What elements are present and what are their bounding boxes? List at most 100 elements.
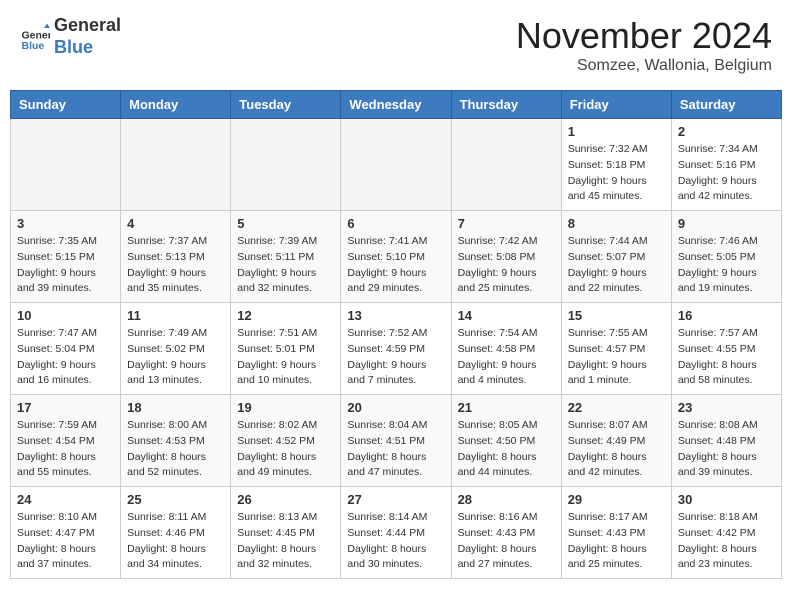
calendar-cell: 4 Sunrise: 7:37 AMSunset: 5:13 PMDaylight…	[121, 211, 231, 303]
calendar-cell: 30 Sunrise: 8:18 AMSunset: 4:42 PMDayligh…	[671, 487, 781, 579]
day-info: Sunrise: 8:16 AMSunset: 4:43 PMDaylight:…	[458, 510, 555, 573]
day-number: 14	[458, 308, 555, 323]
day-number: 15	[568, 308, 665, 323]
calendar-cell	[341, 119, 451, 211]
calendar-cell: 25 Sunrise: 8:11 AMSunset: 4:46 PMDayligh…	[121, 487, 231, 579]
day-info: Sunrise: 8:14 AMSunset: 4:44 PMDaylight:…	[347, 510, 444, 573]
logo-text: General Blue	[54, 15, 121, 58]
calendar-cell: 13Sunrise: 7:52 AMSunset: 4:59 PMDayligh…	[341, 303, 451, 395]
calendar-week-row: 24 Sunrise: 8:10 AMSunset: 4:47 PMDayligh…	[11, 487, 782, 579]
day-number: 5	[237, 216, 334, 231]
calendar-cell	[451, 119, 561, 211]
day-number: 4	[127, 216, 224, 231]
calendar-week-row: 10 Sunrise: 7:47 AMSunset: 5:04 PMDayligh…	[11, 303, 782, 395]
calendar-header-wednesday: Wednesday	[341, 91, 451, 119]
calendar-cell	[231, 119, 341, 211]
day-info: Sunrise: 7:39 AMSunset: 5:11 PMDaylight:…	[237, 234, 334, 297]
day-number: 10	[17, 308, 114, 323]
logo-line2: Blue	[54, 37, 121, 59]
logo-icon: General Blue	[20, 22, 50, 52]
calendar-week-row: 3 Sunrise: 7:35 AMSunset: 5:15 PMDaylight…	[11, 211, 782, 303]
day-number: 27	[347, 492, 444, 507]
day-info: Sunrise: 8:02 AMSunset: 4:52 PMDaylight:…	[237, 418, 334, 481]
calendar-table: SundayMondayTuesdayWednesdayThursdayFrid…	[10, 90, 782, 579]
day-info: Sunrise: 7:42 AMSunset: 5:08 PMDaylight:…	[458, 234, 555, 297]
day-number: 18	[127, 400, 224, 415]
day-number: 23	[678, 400, 775, 415]
calendar-cell: 21 Sunrise: 8:05 AMSunset: 4:50 PMDayligh…	[451, 395, 561, 487]
day-info: Sunrise: 7:59 AMSunset: 4:54 PMDaylight:…	[17, 418, 114, 481]
day-number: 24	[17, 492, 114, 507]
day-number: 6	[347, 216, 444, 231]
day-info: Sunrise: 7:37 AMSunset: 5:13 PMDaylight:…	[127, 234, 224, 297]
day-info: Sunrise: 7:51 AMSunset: 5:01 PMDaylight:…	[237, 326, 334, 389]
day-info: Sunrise: 7:47 AMSunset: 5:04 PMDaylight:…	[17, 326, 114, 389]
day-number: 26	[237, 492, 334, 507]
day-number: 21	[458, 400, 555, 415]
calendar-cell: 24 Sunrise: 8:10 AMSunset: 4:47 PMDayligh…	[11, 487, 121, 579]
calendar-cell: 5 Sunrise: 7:39 AMSunset: 5:11 PMDaylight…	[231, 211, 341, 303]
day-info: Sunrise: 7:32 AMSunset: 5:18 PMDaylight:…	[568, 142, 665, 205]
day-info: Sunrise: 8:05 AMSunset: 4:50 PMDaylight:…	[458, 418, 555, 481]
day-number: 25	[127, 492, 224, 507]
day-info: Sunrise: 8:11 AMSunset: 4:46 PMDaylight:…	[127, 510, 224, 573]
day-number: 3	[17, 216, 114, 231]
day-info: Sunrise: 7:35 AMSunset: 5:15 PMDaylight:…	[17, 234, 114, 297]
day-info: Sunrise: 8:08 AMSunset: 4:48 PMDaylight:…	[678, 418, 775, 481]
day-number: 29	[568, 492, 665, 507]
calendar-cell: 7 Sunrise: 7:42 AMSunset: 5:08 PMDaylight…	[451, 211, 561, 303]
calendar-cell: 10 Sunrise: 7:47 AMSunset: 5:04 PMDayligh…	[11, 303, 121, 395]
logo-line1: General	[54, 15, 121, 37]
day-info: Sunrise: 7:52 AMSunset: 4:59 PMDaylight:…	[347, 326, 444, 389]
header: General Blue General Blue November 2024 …	[10, 10, 782, 80]
location-subtitle: Somzee, Wallonia, Belgium	[516, 57, 772, 75]
calendar-cell: 2 Sunrise: 7:34 AMSunset: 5:16 PMDaylight…	[671, 119, 781, 211]
calendar-cell: 15 Sunrise: 7:55 AMSunset: 4:57 PMDayligh…	[561, 303, 671, 395]
calendar-header-row: SundayMondayTuesdayWednesdayThursdayFrid…	[11, 91, 782, 119]
calendar-cell: 9Sunrise: 7:46 AMSunset: 5:05 PMDaylight…	[671, 211, 781, 303]
day-number: 22	[568, 400, 665, 415]
logo: General Blue General Blue	[20, 15, 121, 58]
calendar-cell: 29 Sunrise: 8:17 AMSunset: 4:43 PMDayligh…	[561, 487, 671, 579]
day-info: Sunrise: 7:57 AMSunset: 4:55 PMDaylight:…	[678, 326, 775, 389]
calendar-header-monday: Monday	[121, 91, 231, 119]
day-info: Sunrise: 8:13 AMSunset: 4:45 PMDaylight:…	[237, 510, 334, 573]
day-info: Sunrise: 8:18 AMSunset: 4:42 PMDaylight:…	[678, 510, 775, 573]
calendar-cell: 14Sunrise: 7:54 AMSunset: 4:58 PMDayligh…	[451, 303, 561, 395]
day-number: 20	[347, 400, 444, 415]
calendar-cell: 28 Sunrise: 8:16 AMSunset: 4:43 PMDayligh…	[451, 487, 561, 579]
month-year-title: November 2024	[516, 15, 772, 57]
calendar-header-saturday: Saturday	[671, 91, 781, 119]
day-number: 28	[458, 492, 555, 507]
calendar-cell: 11Sunrise: 7:49 AMSunset: 5:02 PMDayligh…	[121, 303, 231, 395]
day-number: 30	[678, 492, 775, 507]
day-info: Sunrise: 7:49 AMSunset: 5:02 PMDaylight:…	[127, 326, 224, 389]
calendar-cell: 16Sunrise: 7:57 AMSunset: 4:55 PMDayligh…	[671, 303, 781, 395]
day-info: Sunrise: 8:17 AMSunset: 4:43 PMDaylight:…	[568, 510, 665, 573]
calendar-cell	[121, 119, 231, 211]
calendar-header-thursday: Thursday	[451, 91, 561, 119]
day-number: 1	[568, 124, 665, 139]
day-number: 2	[678, 124, 775, 139]
day-info: Sunrise: 8:04 AMSunset: 4:51 PMDaylight:…	[347, 418, 444, 481]
day-info: Sunrise: 7:55 AMSunset: 4:57 PMDaylight:…	[568, 326, 665, 389]
calendar-header-friday: Friday	[561, 91, 671, 119]
day-info: Sunrise: 7:41 AMSunset: 5:10 PMDaylight:…	[347, 234, 444, 297]
calendar-cell: 17Sunrise: 7:59 AMSunset: 4:54 PMDayligh…	[11, 395, 121, 487]
title-area: November 2024 Somzee, Wallonia, Belgium	[516, 15, 772, 75]
day-number: 19	[237, 400, 334, 415]
calendar-cell: 12Sunrise: 7:51 AMSunset: 5:01 PMDayligh…	[231, 303, 341, 395]
day-number: 7	[458, 216, 555, 231]
day-info: Sunrise: 7:34 AMSunset: 5:16 PMDaylight:…	[678, 142, 775, 205]
calendar-header-sunday: Sunday	[11, 91, 121, 119]
calendar-cell: 1 Sunrise: 7:32 AMSunset: 5:18 PMDaylight…	[561, 119, 671, 211]
calendar-cell: 27 Sunrise: 8:14 AMSunset: 4:44 PMDayligh…	[341, 487, 451, 579]
day-info: Sunrise: 7:46 AMSunset: 5:05 PMDaylight:…	[678, 234, 775, 297]
day-info: Sunrise: 8:07 AMSunset: 4:49 PMDaylight:…	[568, 418, 665, 481]
calendar-cell: 19 Sunrise: 8:02 AMSunset: 4:52 PMDayligh…	[231, 395, 341, 487]
day-info: Sunrise: 8:10 AMSunset: 4:47 PMDaylight:…	[17, 510, 114, 573]
calendar-cell: 26 Sunrise: 8:13 AMSunset: 4:45 PMDayligh…	[231, 487, 341, 579]
calendar-cell: 3 Sunrise: 7:35 AMSunset: 5:15 PMDaylight…	[11, 211, 121, 303]
svg-text:Blue: Blue	[22, 40, 45, 52]
calendar-cell: 18Sunrise: 8:00 AMSunset: 4:53 PMDayligh…	[121, 395, 231, 487]
